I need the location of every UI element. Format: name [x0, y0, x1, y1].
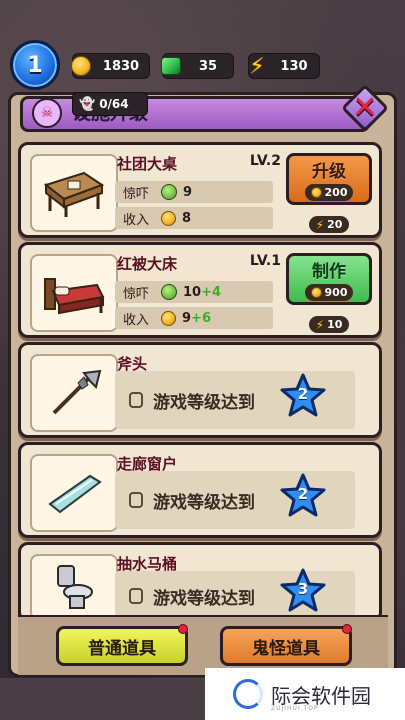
- bed-icon: [30, 254, 118, 332]
- tab-normal-items[interactable]: 普通道具: [56, 626, 188, 666]
- fear-stat: 惊吓 9: [115, 181, 273, 203]
- required-level-star: 3: [280, 568, 326, 612]
- item-level: LV.2: [249, 153, 281, 169]
- income-value: 8: [182, 210, 192, 226]
- lightning-icon: ⚡: [315, 217, 325, 232]
- required-level-value: 2: [297, 385, 309, 403]
- fear-label: 惊吓: [123, 286, 150, 302]
- make-button[interactable]: 制作 900: [286, 253, 372, 305]
- energy-counter: ⚡ 130: [248, 53, 320, 79]
- item-card-locked: 斧头 游戏等级达到: [18, 342, 382, 438]
- collection-count-value: 0/64: [99, 97, 129, 111]
- lock-text: 游戏等级达到: [153, 588, 255, 609]
- make-label: 制作: [312, 262, 346, 282]
- energy-cost-value: 20: [327, 218, 343, 231]
- coin-icon: [310, 287, 322, 298]
- lightning-icon: ⚡: [315, 317, 325, 332]
- income-value: 9: [182, 310, 192, 326]
- player-level-badge[interactable]: 1: [10, 40, 60, 90]
- coin-icon: [69, 54, 93, 78]
- skull-icon: ☠: [32, 98, 62, 128]
- income-label: 收入: [123, 212, 150, 228]
- coin-icon: [310, 187, 322, 198]
- toilet-icon: [30, 554, 118, 620]
- close-icon: ✕: [352, 90, 378, 125]
- energy-cost-value: 10: [327, 318, 343, 331]
- gem-value: 35: [198, 58, 218, 74]
- item-card: 社团大桌 LV.2 惊吓 9 收入 8 升级 200 ⚡ 20: [18, 142, 382, 238]
- coin-cost-value: 200: [324, 186, 348, 199]
- item-name: 红被大床: [117, 255, 178, 273]
- table-icon: [30, 154, 118, 232]
- fear-icon: [161, 184, 177, 200]
- collection-count: 👻 0/64: [72, 92, 148, 116]
- fear-stat: 惊吓 10 +4: [115, 281, 273, 303]
- coin-cost: 900: [304, 284, 354, 301]
- coin-cost-value: 900: [324, 286, 348, 299]
- required-level-star: 2: [280, 473, 326, 517]
- player-level-value: 1: [27, 52, 43, 78]
- notification-dot: [178, 624, 188, 634]
- top-hud: 1 1830 35 ⚡ 130: [0, 0, 405, 98]
- item-name: 社团大桌: [117, 155, 178, 173]
- lock-icon: [129, 588, 143, 604]
- lock-icon: [129, 492, 143, 508]
- item-card-locked: 走廊窗户 游戏等级达到: [18, 442, 382, 538]
- tab-ghost-items[interactable]: 鬼怪道具: [220, 626, 352, 666]
- required-level-value: 2: [297, 485, 309, 503]
- watermark-subtext: ZUJIHUI.TOP: [271, 705, 319, 712]
- fear-label: 惊吓: [123, 186, 150, 202]
- axe-icon: [30, 354, 118, 432]
- fear-bonus: +4: [201, 284, 222, 300]
- item-card-locked: 抽水马桶 游戏等级达到: [18, 542, 382, 622]
- watermark: 际会软件园 ZUJIHUI.TOP: [205, 668, 405, 720]
- required-level-star: 2: [280, 373, 326, 417]
- upgrade-label: 升级: [312, 162, 346, 182]
- item-card: 红被大床 LV.1 惊吓 10 +4 收入 9 +6 制作 900 ⚡ 10: [18, 242, 382, 338]
- gem-counter: 35: [159, 53, 234, 79]
- upgrade-button[interactable]: 升级 200: [286, 153, 372, 205]
- item-level: LV.1: [249, 253, 281, 269]
- required-level-value: 3: [297, 580, 309, 598]
- energy-cost: ⚡ 10: [309, 316, 349, 333]
- coin-value: 1830: [102, 58, 140, 74]
- lock-icon: [129, 392, 143, 408]
- close-button[interactable]: ✕: [340, 83, 390, 133]
- notification-dot: [342, 624, 352, 634]
- income-stat: 收入 8: [115, 207, 273, 229]
- gem-icon: [159, 54, 183, 78]
- coin-cost: 200: [304, 184, 354, 201]
- lock-text: 游戏等级达到: [153, 492, 255, 513]
- lock-text: 游戏等级达到: [153, 392, 255, 413]
- coin-icon: [161, 210, 176, 226]
- income-label: 收入: [123, 312, 150, 328]
- coin-icon: [161, 310, 176, 326]
- ghost-icon: 👻: [79, 96, 96, 112]
- fear-icon: [161, 284, 177, 300]
- fear-value: 10: [183, 284, 202, 300]
- window-icon: [30, 454, 118, 532]
- watermark-logo-icon: [233, 679, 263, 709]
- energy-cost: ⚡ 20: [309, 216, 349, 233]
- fear-value: 9: [183, 184, 193, 200]
- income-bonus: +6: [191, 310, 211, 326]
- income-stat: 收入 9 +6: [115, 307, 273, 329]
- coin-counter: 1830: [69, 53, 150, 79]
- energy-value: 130: [280, 58, 308, 74]
- lightning-icon: ⚡: [249, 53, 265, 79]
